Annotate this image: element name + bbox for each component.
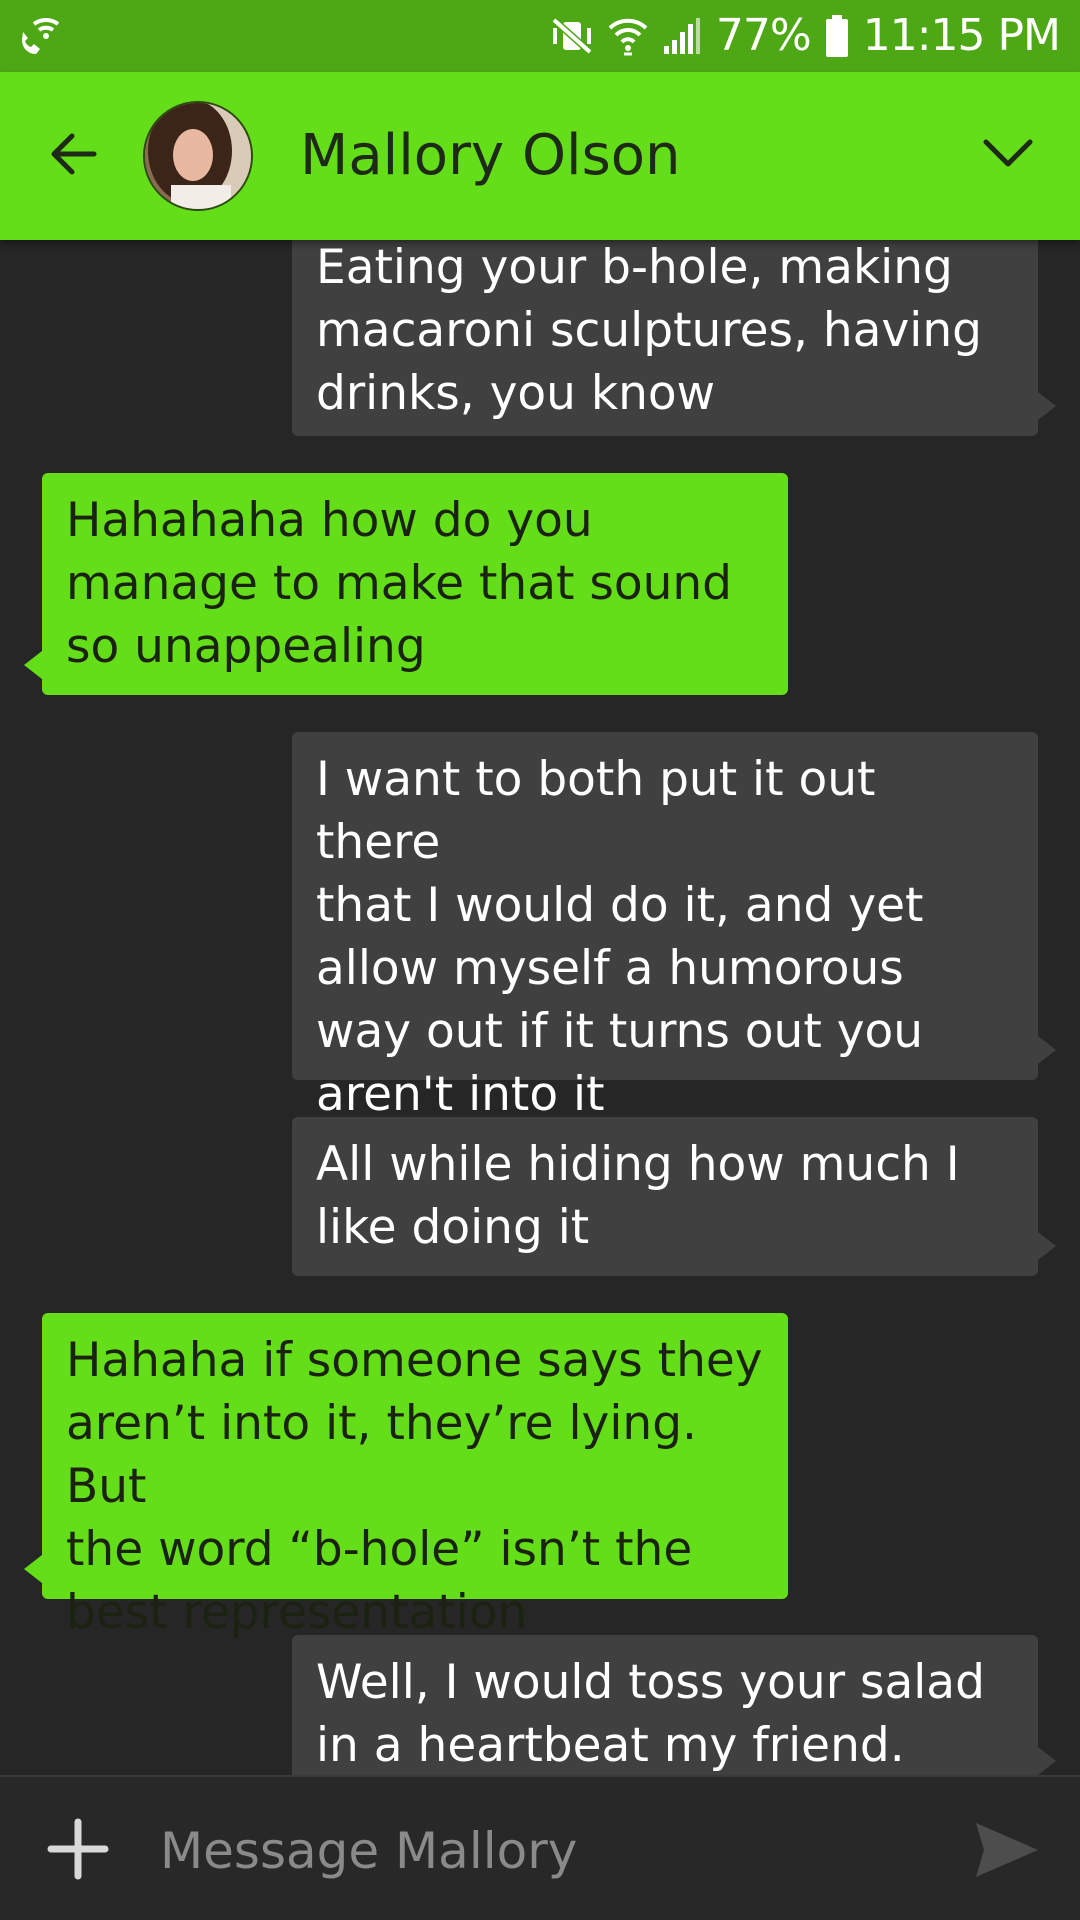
expand-button[interactable] bbox=[972, 118, 1044, 190]
clock: 11:15 PM bbox=[862, 10, 1061, 61]
message-bubble-outgoing[interactable]: I want to both put it out there that I w… bbox=[292, 732, 1056, 1122]
bubble-tail bbox=[24, 1555, 42, 1583]
wifi-calling-icon bbox=[22, 18, 60, 54]
plus-icon bbox=[47, 1818, 109, 1880]
message-text: Hahaha if someone says they aren’t into … bbox=[66, 1333, 763, 1640]
message-text: Eating your b-hole, making macaroni scul… bbox=[316, 240, 982, 421]
bubble-tail bbox=[1038, 392, 1056, 420]
message-text: Well, I would toss your salad in a heart… bbox=[316, 1655, 985, 1773]
message-input[interactable] bbox=[160, 1811, 940, 1891]
message-composer bbox=[0, 1775, 1080, 1920]
contact-name: Mallory Olson bbox=[300, 123, 681, 188]
status-bar: 77% 11:15 PM bbox=[0, 0, 1080, 72]
message-bubble-incoming[interactable]: Hahahaha how do you manage to make that … bbox=[24, 473, 788, 695]
bubble-tail bbox=[1038, 1232, 1056, 1260]
back-button[interactable] bbox=[36, 118, 108, 190]
message-bubble-outgoing[interactable]: All while hiding how much I like doing i… bbox=[292, 1117, 1056, 1276]
message-list[interactable]: Eating your b-hole, making macaroni scul… bbox=[0, 240, 1080, 1775]
bubble-tail bbox=[1038, 1747, 1056, 1775]
add-attachment-button[interactable] bbox=[42, 1813, 114, 1885]
app-bar: Mallory Olson bbox=[0, 72, 1080, 240]
message-text: Hahahaha how do you manage to make that … bbox=[66, 493, 733, 674]
send-icon bbox=[976, 1823, 1038, 1877]
message-text: I want to both put it out there that I w… bbox=[316, 752, 924, 1122]
message-bubble-incoming[interactable]: Hahaha if someone says they aren’t into … bbox=[24, 1313, 788, 1640]
chevron-down-icon bbox=[983, 139, 1033, 167]
avatar[interactable] bbox=[143, 101, 253, 211]
bubble-tail bbox=[24, 651, 42, 679]
back-arrow-icon bbox=[51, 133, 97, 175]
message-bubble-outgoing[interactable]: Eating your b-hole, making macaroni scul… bbox=[292, 240, 1056, 436]
battery-percent: 77% bbox=[715, 10, 812, 61]
signal-icon bbox=[663, 18, 700, 54]
send-button[interactable] bbox=[966, 1809, 1048, 1891]
battery-icon bbox=[825, 14, 849, 58]
vibrate-mute-icon bbox=[551, 17, 593, 55]
message-bubble-outgoing[interactable]: Well, I would toss your salad in a heart… bbox=[292, 1635, 1056, 1775]
bubble-tail bbox=[1038, 1036, 1056, 1064]
wifi-icon bbox=[608, 18, 648, 56]
message-text: All while hiding how much I like doing i… bbox=[316, 1137, 960, 1255]
